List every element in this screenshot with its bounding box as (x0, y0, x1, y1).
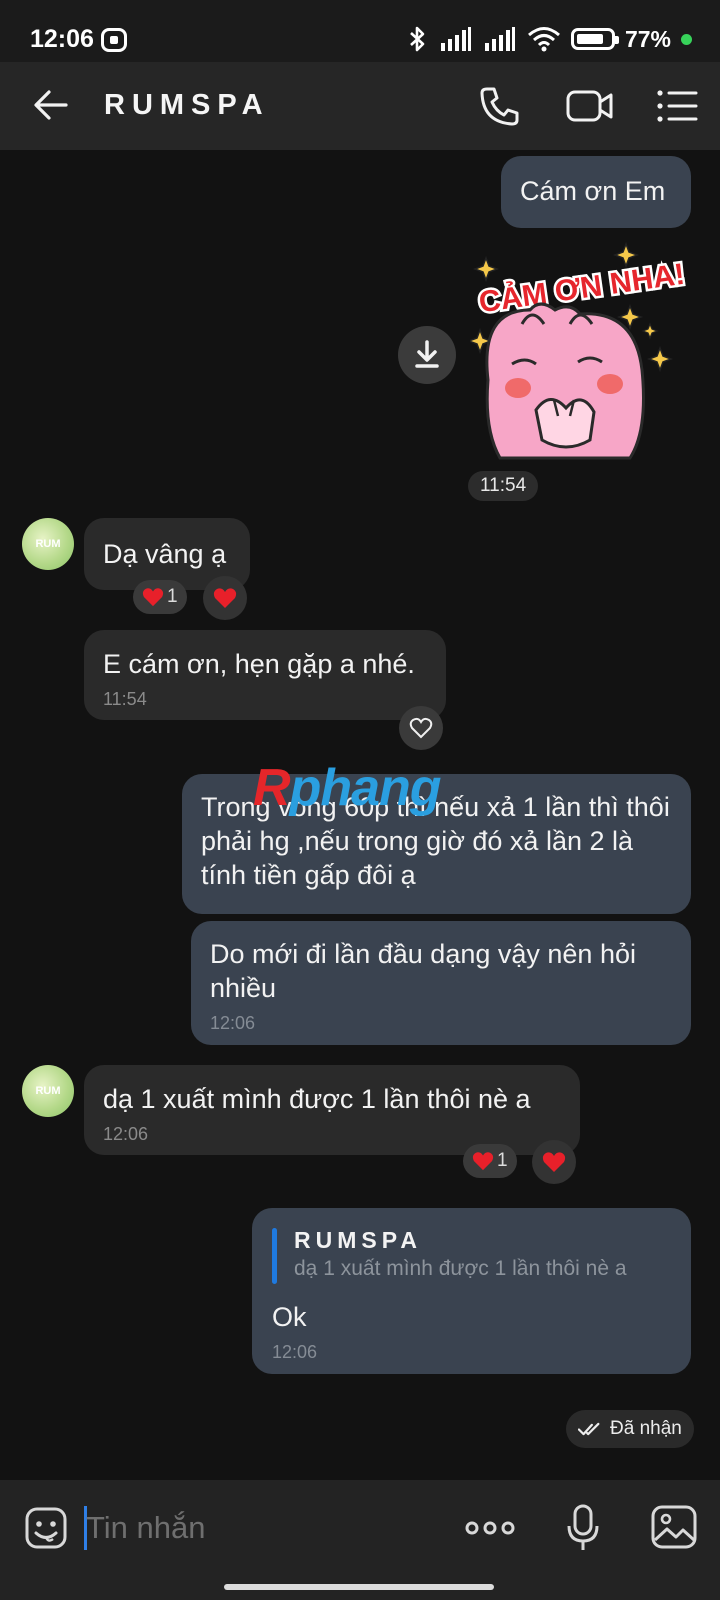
more-options-icon[interactable] (464, 1508, 516, 1548)
message-text: Dạ vâng ạ (103, 539, 227, 569)
privacy-indicator-dot (681, 33, 692, 45)
back-arrow-icon[interactable] (30, 84, 72, 126)
battery-icon (570, 28, 619, 50)
chat-header: RUMSPA (0, 62, 720, 150)
quote-text: dạ 1 xuất mình được 1 lần thôi nè a (294, 1257, 627, 1280)
heart-icon (542, 1152, 566, 1172)
status-icons: 77% (405, 22, 692, 56)
quoted-message[interactable]: RUMSPA dạ 1 xuất mình được 1 lần thôi nè… (272, 1226, 672, 1284)
chat-title[interactable]: RUMSPA (104, 89, 270, 122)
status-bar: 12:06 77% (0, 0, 720, 62)
avatar[interactable]: RUM (22, 518, 74, 570)
heart-outline-icon (409, 717, 433, 739)
download-button[interactable] (398, 326, 456, 384)
delivery-status: Đã nhận (566, 1410, 694, 1448)
quote-sender: RUMSPA (294, 1227, 422, 1253)
signal-icon (440, 27, 471, 51)
message-time-chip: 11:54 (468, 471, 539, 501)
react-heart-button[interactable] (203, 576, 247, 620)
avatar[interactable]: RUM (22, 1065, 74, 1117)
notification-app-icon (101, 28, 127, 52)
message-text: Cám ơn Em (520, 176, 666, 206)
message-text: Ok (272, 1302, 307, 1332)
message-bubble-outgoing[interactable]: Cám ơn Em (501, 156, 691, 228)
message-bubble-incoming[interactable]: E cám ơn, hẹn gặp a nhé. 11:54 (84, 630, 446, 720)
sticker-emoji-icon[interactable] (24, 1506, 68, 1550)
message-composer (0, 1480, 720, 1600)
video-call-icon[interactable] (565, 84, 615, 128)
quote-bar (272, 1228, 277, 1284)
message-text: dạ 1 xuất mình được 1 lần thôi nè a (103, 1084, 531, 1114)
message-text: E cám ơn, hẹn gặp a nhé. (103, 649, 415, 679)
reaction-count: 1 (497, 1150, 508, 1171)
wifi-icon (527, 27, 560, 52)
bluetooth-icon (410, 26, 425, 52)
message-time: 12:06 (103, 1124, 149, 1144)
reaction-summary[interactable]: 1 (133, 580, 187, 614)
react-heart-button[interactable] (399, 706, 443, 750)
message-bubble-outgoing[interactable]: Do mới đi lần đầu dạng vậy nên hỏi nhiều… (191, 921, 691, 1045)
download-icon (415, 340, 439, 368)
message-time: 12:06 (210, 1013, 256, 1033)
status-time: 12:06 (30, 25, 94, 53)
heart-icon (472, 1152, 494, 1171)
thank-you-sticker[interactable]: CẢM ƠN NHA! (470, 240, 690, 472)
message-input[interactable] (86, 1504, 386, 1552)
sticker-caption: CẢM ƠN NHA! (477, 257, 687, 320)
menu-list-icon[interactable] (655, 84, 699, 128)
delivery-status-text: Đã nhận (610, 1418, 682, 1439)
reaction-summary[interactable]: 1 (463, 1144, 517, 1178)
battery-percent: 77% (624, 25, 671, 52)
message-text: Do mới đi lần đầu dạng vậy nên hỏi nhiều (210, 939, 636, 1003)
double-check-icon (578, 1422, 600, 1435)
message-time: 11:54 (103, 689, 147, 709)
message-time: 12:06 (272, 1342, 318, 1362)
phone-call-icon[interactable] (478, 84, 522, 128)
reaction-count: 1 (167, 586, 178, 607)
message-bubble-outgoing-reply[interactable]: RUMSPA dạ 1 xuất mình được 1 lần thôi nè… (252, 1208, 691, 1374)
chat-messages[interactable]: Cám ơn Em CẢM ƠN NHA! 11:54 RUM Dạ vâng … (0, 150, 720, 1480)
microphone-icon[interactable] (566, 1504, 600, 1552)
heart-icon (142, 588, 164, 607)
heart-icon (213, 588, 237, 608)
home-indicator[interactable] (224, 1584, 494, 1590)
react-heart-button[interactable] (532, 1140, 576, 1184)
watermark-logo: Rphang (253, 759, 442, 817)
gallery-image-icon[interactable] (650, 1504, 698, 1550)
signal-icon-2 (484, 27, 515, 51)
message-bubble-incoming[interactable]: dạ 1 xuất mình được 1 lần thôi nè a 12:0… (84, 1065, 580, 1155)
